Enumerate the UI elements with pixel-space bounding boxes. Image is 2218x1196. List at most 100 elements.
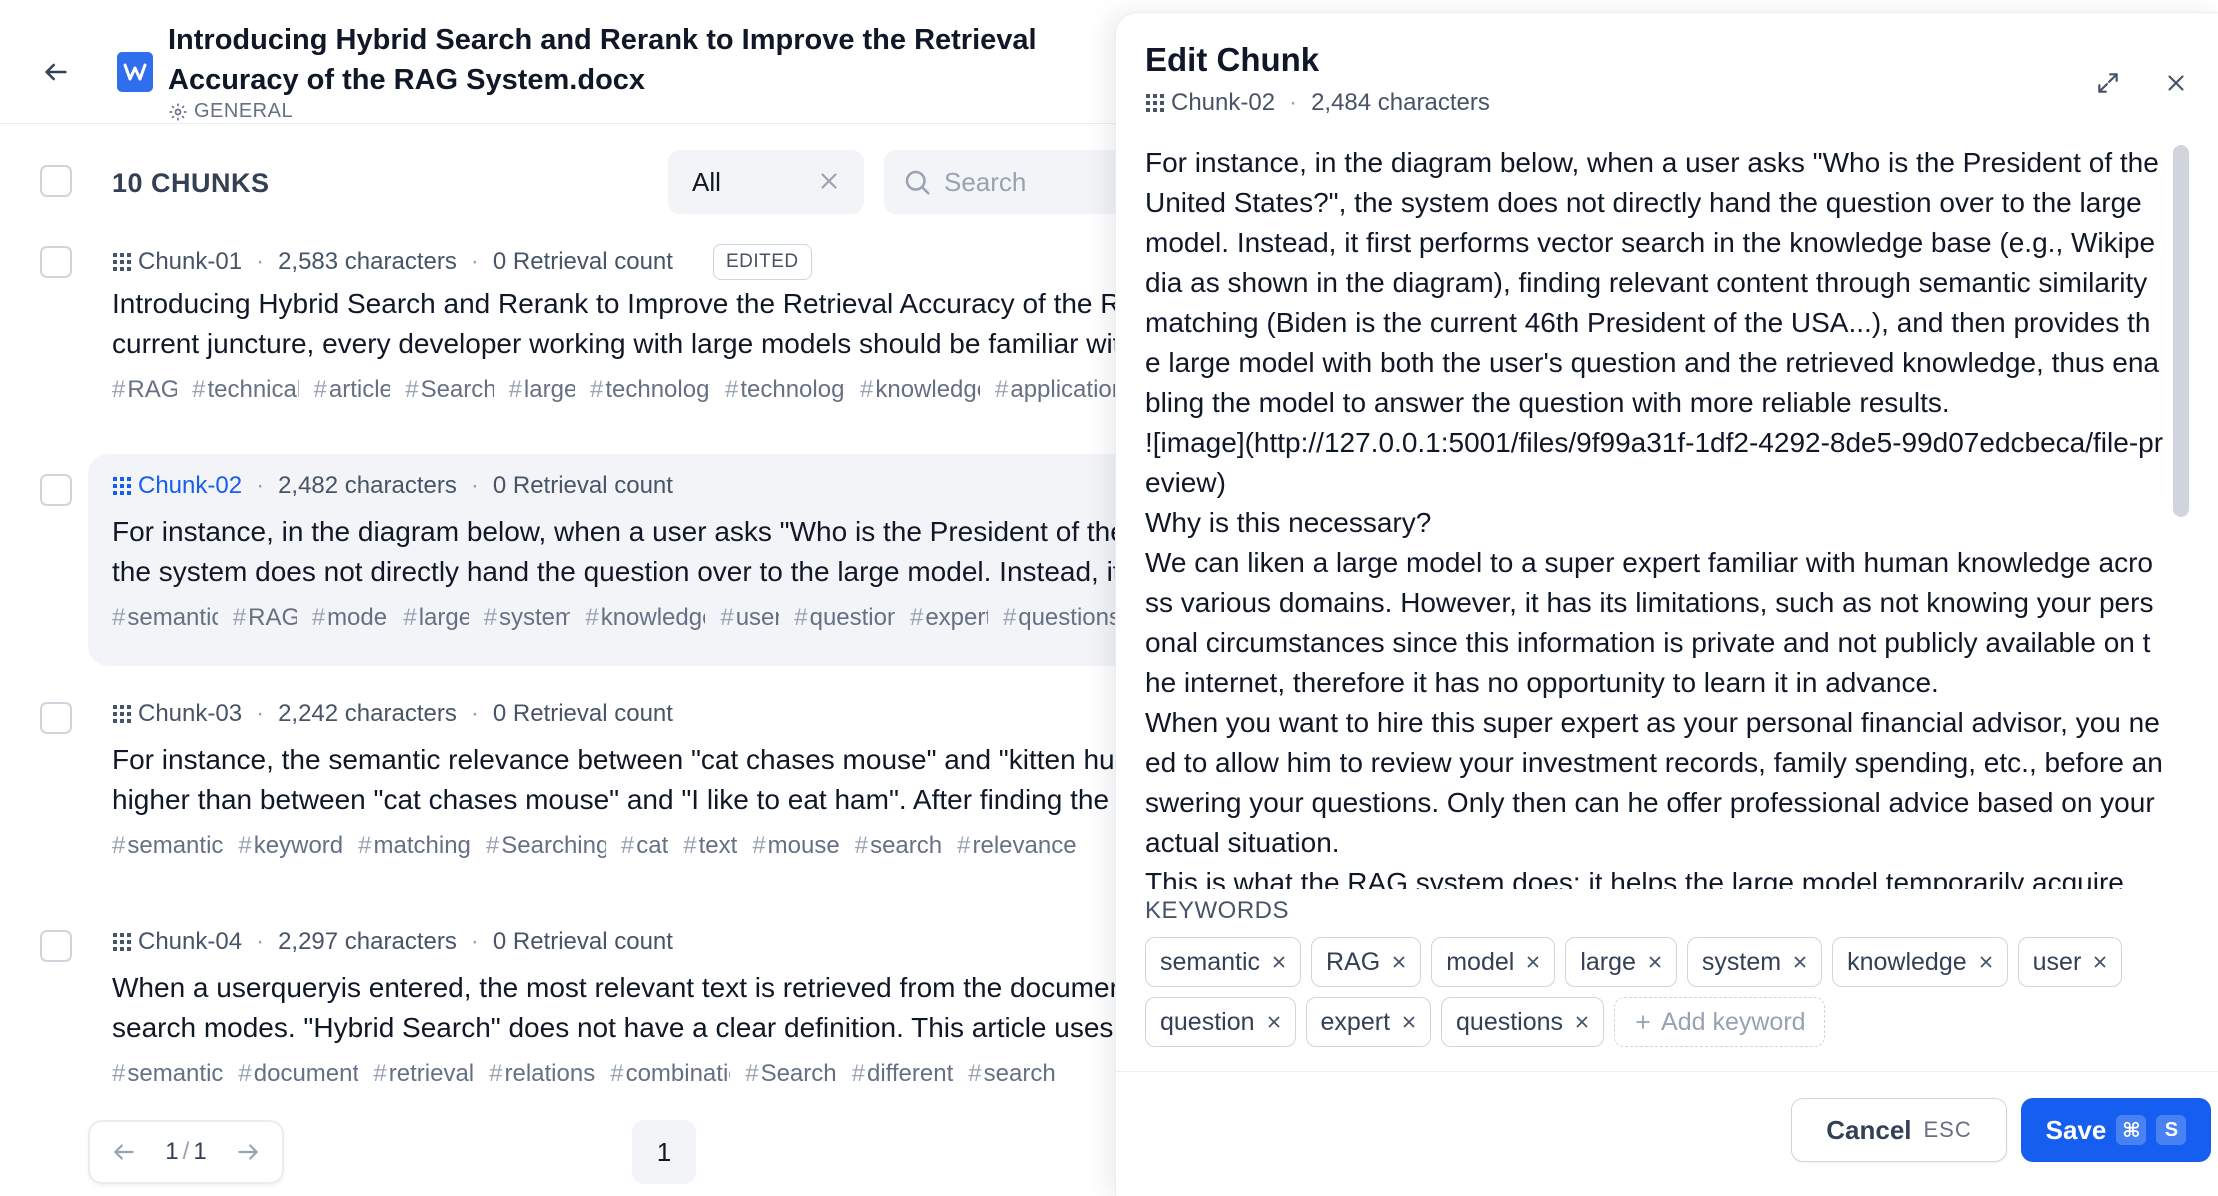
expand-button[interactable] (2088, 63, 2128, 103)
separator-dot: · (1289, 89, 1298, 116)
chunk-name: Chunk-03 (138, 700, 243, 727)
panel-footer: Cancel ESC Save ⌘ S (1116, 1071, 2218, 1196)
panel-title: Edit Chunk (1145, 41, 1320, 78)
keyword-tag: matching (358, 832, 471, 860)
chunk-name: Chunk-01 (138, 248, 243, 275)
status-filter-value: All (692, 166, 721, 197)
panel-chunk-characters: 2,484 characters (1311, 89, 1490, 116)
chunk-preview-line: For instance, in the diagram below, when… (112, 516, 1115, 547)
close-icon (1403, 1016, 1415, 1028)
chunk-checkbox[interactable] (40, 246, 72, 278)
page-number-button[interactable]: 1 (632, 1120, 696, 1184)
gear-icon (169, 103, 187, 120)
chunk-retrieval-count: 0 Retrieval count (492, 700, 673, 727)
chunk-checkbox[interactable] (40, 474, 72, 506)
clear-filter-button[interactable] (816, 168, 842, 201)
keyword-tag: semantic (112, 604, 217, 632)
chunk-name: Chunk-02 (138, 472, 243, 499)
document-mode-label: GENERAL (194, 100, 294, 122)
remove-keyword-button[interactable] (1573, 1013, 1591, 1031)
page-separator: / (182, 1138, 190, 1165)
close-icon (2094, 956, 2106, 968)
keyword-chip-label: model (1446, 947, 1515, 976)
keyword-tag: keyword (238, 832, 343, 860)
chunk-keywords: RAG technical article Search large techn… (112, 376, 1115, 404)
separator-dot: · (256, 700, 265, 727)
previous-page-button[interactable] (104, 1132, 144, 1172)
keyword-chip: user (2017, 937, 2123, 987)
grid-icon (113, 253, 131, 271)
next-page-button[interactable] (228, 1132, 268, 1172)
cancel-button[interactable]: Cancel ESC (1791, 1098, 2007, 1162)
close-icon (2168, 75, 2184, 91)
save-button[interactable]: Save ⌘ S (2021, 1098, 2211, 1162)
keyword-tag: model (312, 604, 388, 632)
keyword-tag: large (509, 376, 575, 404)
keyword-chip-label: user (2032, 947, 2082, 976)
keyword-tag: different (852, 1060, 953, 1088)
edit-chunk-panel: Edit Chunk Chunk-02 · 2,484 characters F… (1115, 12, 2218, 1196)
arrow-left-icon (45, 63, 67, 81)
keyword-chip: system (1686, 937, 1823, 987)
close-icon (821, 173, 837, 189)
keyword-tag: relations (489, 1060, 595, 1088)
close-panel-button[interactable] (2156, 63, 2196, 103)
keyword-tag: search (968, 1060, 1056, 1088)
chunk-characters: 2,297 characters (278, 928, 457, 955)
remove-keyword-button[interactable] (1265, 1013, 1283, 1031)
back-button[interactable] (36, 52, 76, 92)
chunk-card[interactable]: Chunk-03 · 2,242 characters · 0 Retrieva… (40, 682, 1115, 894)
chunk-retrieval-count: 0 Retrieval count (492, 472, 673, 499)
chunk-preview-line: Introducing Hybrid Search and Rerank to … (112, 288, 1115, 319)
document-mode: GENERAL (168, 100, 293, 123)
keyword-tag: retrieval (373, 1060, 474, 1088)
keyword-tag: system (484, 604, 570, 632)
content-scrollbar[interactable] (2173, 145, 2189, 517)
chunk-content-editor[interactable]: For instance, in the diagram below, when… (1145, 143, 2165, 889)
close-icon (1273, 956, 1285, 968)
chunk-card[interactable]: Chunk-01 · 2,583 characters · 0 Retrieva… (40, 226, 1115, 438)
plus-icon (1636, 1015, 1650, 1029)
keyword-tag: mouse (752, 832, 840, 860)
separator-dot: · (256, 472, 265, 499)
keyword-tag: RAG (112, 376, 177, 404)
keyword-tag: questions (1003, 604, 1115, 632)
chunk-checkbox[interactable] (40, 930, 72, 962)
close-icon (1649, 956, 1661, 968)
chunk-characters: 2,482 characters (278, 472, 457, 499)
status-filter-select[interactable]: All (668, 150, 864, 214)
expand-icon (2098, 73, 2118, 93)
search-input[interactable]: Search (884, 150, 1115, 214)
chunk-card-active[interactable]: Chunk-02 · 2,482 characters · 0 Retrieva… (40, 454, 1115, 666)
keyword-tag: expert (910, 604, 988, 632)
remove-keyword-button[interactable] (1400, 1013, 1418, 1031)
keyword-chip-label: large (1580, 947, 1636, 976)
close-icon (1527, 956, 1539, 968)
keyword-tag: Search (745, 1060, 837, 1088)
remove-keyword-button[interactable] (1646, 953, 1664, 971)
remove-keyword-button[interactable] (1524, 953, 1542, 971)
keyword-chip-label: knowledge (1847, 947, 1967, 976)
document-title: Introducing Hybrid Search and Rerank to … (168, 24, 1037, 96)
select-all-checkbox[interactable] (40, 165, 72, 197)
chunk-card[interactable]: Chunk-04 · 2,297 characters · 0 Retrieva… (40, 910, 1115, 1098)
chunk-preview-text: When a userqueryis entered, the most rel… (112, 968, 1115, 1048)
chunk-preview-line: higher than between "cat chases mouse" a… (112, 784, 1115, 815)
chunk-keywords: semantic keyword matching Searching cat … (112, 832, 1115, 860)
add-keyword-button[interactable]: Add keyword (1614, 997, 1825, 1047)
remove-keyword-button[interactable] (1270, 953, 1288, 971)
remove-keyword-button[interactable] (2091, 953, 2109, 971)
separator-dot: · (470, 700, 479, 727)
remove-keyword-button[interactable] (1977, 953, 1995, 971)
chunk-checkbox[interactable] (40, 702, 72, 734)
chunk-name: Chunk-04 (138, 928, 243, 955)
keyword-chip: large (1565, 937, 1677, 987)
remove-keyword-button[interactable] (1390, 953, 1408, 971)
keyword-tag: text (683, 832, 738, 860)
document-header: Introducing Hybrid Search and Rerank to … (0, 0, 1115, 124)
remove-keyword-button[interactable] (1791, 953, 1809, 971)
separator-dot: · (470, 928, 479, 955)
keyword-tag: search (855, 832, 942, 860)
close-icon (1980, 956, 1992, 968)
page-indicator: 1/1 (165, 1138, 206, 1166)
